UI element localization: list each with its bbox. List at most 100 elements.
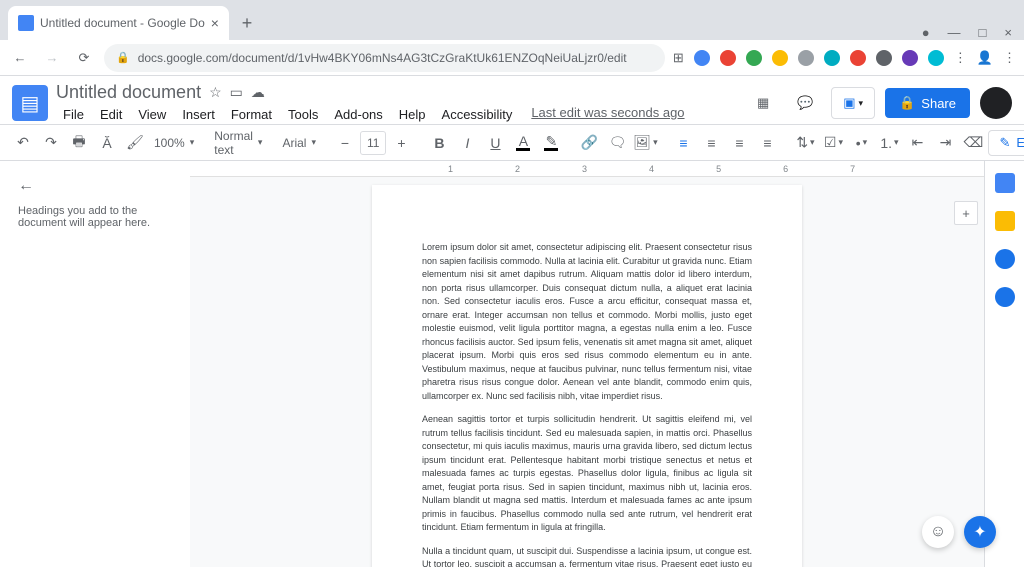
paragraph[interactable]: Aenean sagittis tortor et turpis sollici…	[422, 413, 752, 535]
ext-icon[interactable]	[772, 50, 788, 66]
outline-back-icon[interactable]: ←	[18, 177, 172, 195]
clear-formatting-button[interactable]: ⌫	[960, 130, 986, 156]
explore-fab[interactable]: ✦	[964, 516, 996, 548]
menu-addons[interactable]: Add-ons	[327, 105, 389, 124]
extensions-menu-icon[interactable]: ⋮	[954, 50, 967, 66]
bold-button[interactable]: B	[426, 130, 452, 156]
docs-header: ▤ Untitled document ☆ ▭ ☁ File Edit View…	[0, 76, 1024, 125]
menu-file[interactable]: File	[56, 105, 91, 124]
browser-menu-icon[interactable]: ⋮	[1003, 50, 1016, 66]
ext-icon[interactable]	[824, 50, 840, 66]
ext-icon[interactable]	[850, 50, 866, 66]
italic-button[interactable]: I	[454, 130, 480, 156]
document-canvas[interactable]: 1 2 3 4 5 6 7 + Lorem ipsum dolor sit am…	[190, 161, 984, 567]
ext-icon[interactable]	[746, 50, 762, 66]
comment-history-icon[interactable]: 💬	[789, 87, 821, 119]
browser-tab[interactable]: Untitled document - Google Do ×	[8, 6, 229, 40]
margin-plus-icon[interactable]: +	[954, 201, 978, 225]
toolbar: ↶ ↷ 🖶 Ă 🖌 100% Normal text Arial − 11 + …	[0, 125, 1024, 161]
decrease-indent-button[interactable]: ⇤	[904, 130, 930, 156]
share-button[interactable]: 🔒 Share	[885, 88, 970, 118]
menu-edit[interactable]: Edit	[93, 105, 129, 124]
browser-tab-strip: Untitled document - Google Do × + ● — □ …	[0, 0, 1024, 40]
undo-button[interactable]: ↶	[10, 130, 36, 156]
ext-icon[interactable]	[720, 50, 736, 66]
insert-image-button[interactable]: 🖼	[632, 130, 658, 156]
paragraph[interactable]: Nulla a tincidunt quam, ut suscipit dui.…	[422, 545, 752, 568]
align-center-button[interactable]: ≡	[698, 130, 724, 156]
add-comment-button[interactable]: 🗨	[604, 130, 630, 156]
record-icon[interactable]: ●	[922, 25, 930, 40]
increase-indent-button[interactable]: ⇥	[932, 130, 958, 156]
feedback-fab[interactable]: ☺	[922, 516, 954, 548]
paint-format-button[interactable]: 🖌	[122, 130, 148, 156]
font-size-input[interactable]: 11	[360, 131, 386, 155]
menu-accessibility[interactable]: Accessibility	[435, 105, 520, 124]
styles-select[interactable]: Normal text	[210, 131, 266, 155]
keep-app-icon[interactable]	[995, 211, 1015, 231]
document-title[interactable]: Untitled document	[56, 82, 201, 103]
account-avatar[interactable]	[980, 87, 1012, 119]
menu-insert[interactable]: Insert	[175, 105, 222, 124]
window-controls: ● — □ ×	[922, 25, 1024, 40]
align-right-button[interactable]: ≡	[726, 130, 752, 156]
spellcheck-button[interactable]: Ă	[94, 130, 120, 156]
underline-button[interactable]: U	[482, 130, 508, 156]
docs-favicon	[18, 15, 34, 31]
ext-icon[interactable]	[902, 50, 918, 66]
new-tab-button[interactable]: +	[233, 9, 261, 37]
meet-button[interactable]: ▣▾	[831, 87, 875, 119]
last-edit-link[interactable]: Last edit was seconds ago	[531, 105, 684, 124]
forward-button: →	[40, 46, 64, 70]
contacts-app-icon[interactable]	[995, 287, 1015, 307]
move-icon[interactable]: ▭	[230, 84, 243, 101]
ext-icon[interactable]: ⊞	[673, 50, 684, 66]
url-bar[interactable]: 🔒 docs.google.com/document/d/1vHw4BKY06m…	[104, 44, 665, 72]
apps-icon[interactable]: ▦	[747, 87, 779, 119]
ext-icon[interactable]	[928, 50, 944, 66]
font-size-decrease[interactable]: −	[332, 130, 358, 156]
menu-format[interactable]: Format	[224, 105, 279, 124]
outline-placeholder: Headings you add to the document will ap…	[18, 205, 172, 229]
redo-button[interactable]: ↷	[38, 130, 64, 156]
tasks-app-icon[interactable]	[995, 249, 1015, 269]
paragraph[interactable]: Lorem ipsum dolor sit amet, consectetur …	[422, 241, 752, 403]
lock-icon: 🔒	[116, 51, 130, 64]
ext-icon[interactable]	[876, 50, 892, 66]
text-color-button[interactable]: A	[510, 130, 536, 156]
document-page[interactable]: Lorem ipsum dolor sit amet, consectetur …	[372, 185, 802, 567]
pencil-icon: ✎	[999, 135, 1010, 151]
calendar-app-icon[interactable]	[995, 173, 1015, 193]
menu-view[interactable]: View	[131, 105, 173, 124]
menu-tools[interactable]: Tools	[281, 105, 325, 124]
horizontal-ruler[interactable]: 1 2 3 4 5 6 7	[190, 161, 984, 177]
highlight-button[interactable]: ✎	[538, 130, 564, 156]
line-spacing-button[interactable]: ⇅	[792, 130, 818, 156]
close-tab-icon[interactable]: ×	[211, 15, 219, 31]
font-select[interactable]: Arial	[278, 131, 320, 155]
back-button[interactable]: ←	[8, 46, 32, 70]
zoom-select[interactable]: 100%	[150, 131, 198, 155]
menu-bar: File Edit View Insert Format Tools Add-o…	[56, 105, 739, 124]
numbered-list-button[interactable]: 1.	[876, 130, 902, 156]
cloud-status-icon[interactable]: ☁	[251, 84, 265, 101]
ext-icon[interactable]	[694, 50, 710, 66]
align-justify-button[interactable]: ≡	[754, 130, 780, 156]
font-size-increase[interactable]: +	[388, 130, 414, 156]
star-icon[interactable]: ☆	[209, 84, 222, 101]
close-window-icon[interactable]: ×	[1004, 25, 1012, 40]
editing-mode-button[interactable]: ✎ Editing ▾	[988, 130, 1024, 156]
ext-icon[interactable]	[798, 50, 814, 66]
docs-home-icon[interactable]: ▤	[12, 85, 48, 121]
reload-button[interactable]: ⟳	[72, 46, 96, 70]
insert-link-button[interactable]: 🔗	[576, 130, 602, 156]
print-button[interactable]: 🖶	[66, 130, 92, 156]
checklist-button[interactable]: ☑	[820, 130, 846, 156]
align-left-button[interactable]: ≡	[670, 130, 696, 156]
minimize-icon[interactable]: —	[948, 25, 961, 40]
profile-icon[interactable]: 👤	[977, 50, 993, 66]
tab-title: Untitled document - Google Do	[40, 16, 205, 30]
bulleted-list-button[interactable]: •	[848, 130, 874, 156]
maximize-icon[interactable]: □	[979, 25, 987, 40]
menu-help[interactable]: Help	[392, 105, 433, 124]
